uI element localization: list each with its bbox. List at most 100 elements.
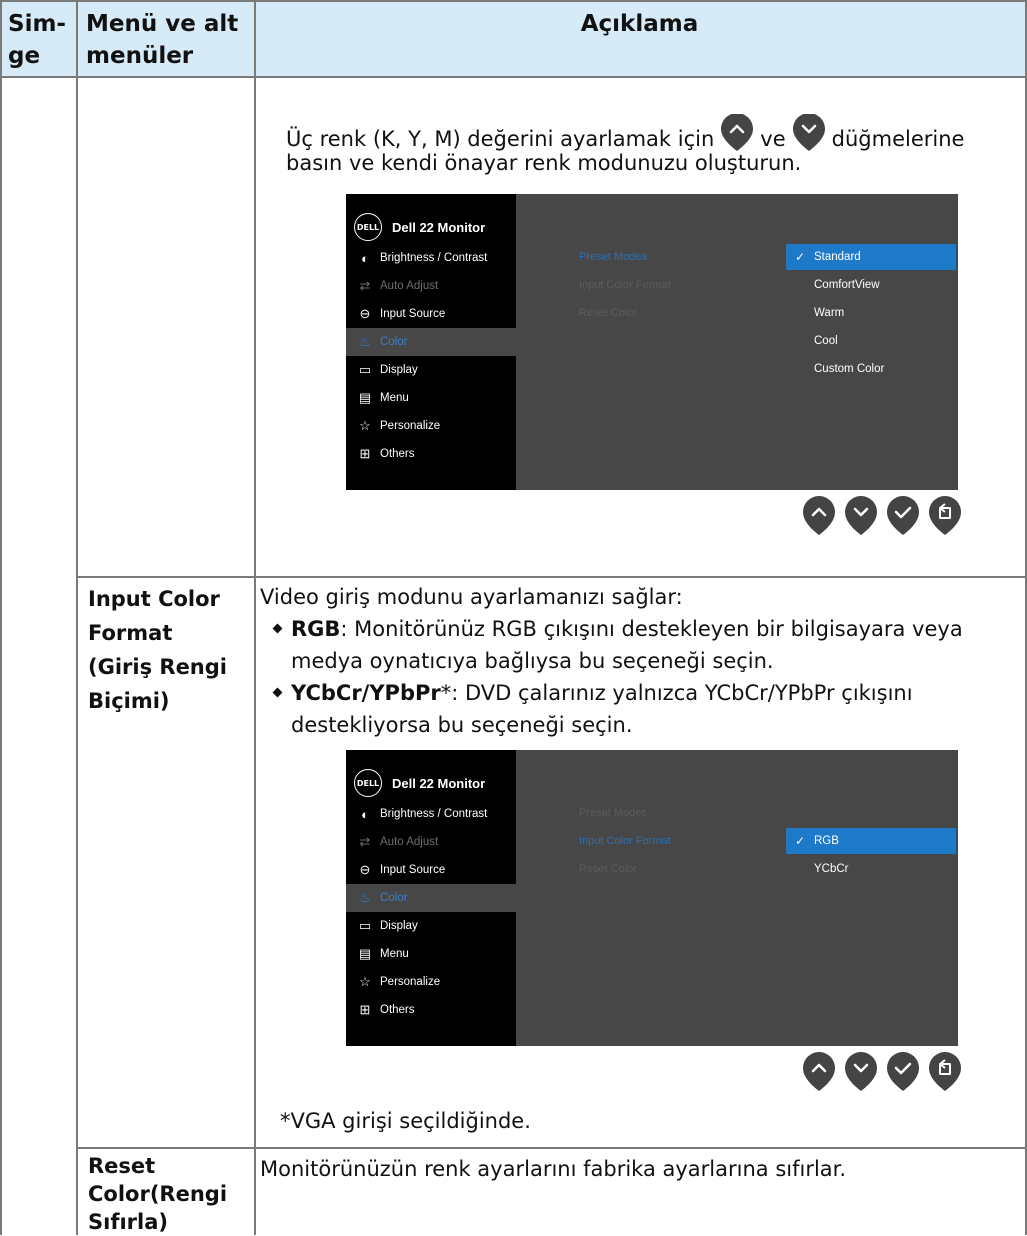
input-source-icon: ⊖ [359, 306, 371, 321]
osd-item-menu[interactable]: ▤ Menu [346, 384, 516, 412]
osd-item-menu[interactable]: ▤ Menu [346, 940, 516, 968]
osd-option-warm[interactable]: Warm [786, 300, 956, 326]
osd-item-label: Input Source [380, 308, 446, 320]
header-icon-col-line2: ge [8, 43, 41, 69]
reset-color-description: Monitörünüzün renk ayarlarını fabrika ay… [260, 1157, 847, 1181]
osd-item-others[interactable]: ⊞ Others [346, 440, 516, 468]
osd-item-display[interactable]: ▭ Display [346, 356, 516, 384]
osd-option-rgb[interactable]: ✓ RGB [786, 828, 956, 854]
osd-item-input-source[interactable]: ⊖ Input Source [346, 300, 516, 328]
custom-color-instruction-line2: basın ve kendi önayar renk modunuzu oluş… [286, 151, 802, 175]
title-line: Biçimi) [88, 689, 170, 713]
title-line: Color(Rengi [88, 1182, 228, 1206]
osd-item-label: Display [380, 364, 418, 376]
osd-item-label: Others [380, 1004, 415, 1016]
check-icon: ✓ [794, 834, 806, 848]
osd-option-standard[interactable]: ✓ Standard [786, 244, 956, 270]
menu-icon: ▤ [358, 946, 372, 961]
osd-option-comfortview[interactable]: ComfortView [786, 272, 956, 298]
osd-item-label: Menu [380, 392, 409, 404]
osd-item-label: Color [380, 336, 408, 348]
bullet-rgb: RGB: Monitörünüz RGB çıkışını destekleye… [272, 612, 963, 646]
title-line: Sıfırla) [88, 1210, 168, 1234]
osd-sub-input-color-format[interactable]: Input Color Format [579, 835, 671, 847]
osd-item-others[interactable]: ⊞ Others [346, 996, 516, 1024]
osd-item-brightness-contrast[interactable]: ◐ Brightness / Contrast [346, 800, 516, 828]
table-border-top [0, 0, 1027, 2]
osd-item-label: Display [380, 920, 418, 932]
osd-item-input-source[interactable]: ⊖ Input Source [346, 856, 516, 884]
table-divider-2 [254, 0, 256, 1235]
osd-item-auto-adjust[interactable]: ⇄ Auto Adjust [346, 272, 516, 300]
header-icon-col: Sim- ge [8, 8, 66, 72]
osd-sub-preset-modes[interactable]: Preset Modes [579, 251, 647, 263]
others-icon: ⊞ [359, 446, 371, 461]
header-bottom-line [0, 76, 1027, 78]
osd-item-color[interactable]: ♨ Color [346, 328, 516, 356]
title-line: Format [88, 621, 173, 645]
up-button-icon[interactable] [802, 1052, 836, 1092]
bullet-ycbcr: YCbCr/YPbPr*: DVD çalarınız yalnızca YCb… [272, 676, 913, 710]
star-icon: ☆ [359, 418, 371, 433]
osd-header: DELL Dell 22 Monitor [354, 768, 485, 798]
osd-menu-input-color-format: DELL Dell 22 Monitor ◐ Brightness / Contr… [346, 750, 958, 1046]
osd-title: Dell 22 Monitor [392, 219, 486, 235]
osd-item-label: Personalize [380, 976, 441, 988]
osd-item-label: Auto Adjust [380, 836, 439, 848]
footnote-marker: * [440, 681, 452, 705]
menu-icon: ▤ [358, 390, 372, 405]
down-button-icon[interactable] [844, 1052, 878, 1092]
color-icon: ♨ [359, 890, 371, 905]
down-button-icon[interactable] [844, 496, 878, 536]
row2-bottom-line [76, 1147, 1027, 1149]
osd-sub-preset-modes[interactable]: Preset Modes [579, 807, 647, 819]
osd-sub-reset-color[interactable]: Reset Color [579, 863, 637, 875]
osd-item-auto-adjust[interactable]: ⇄ Auto Adjust [346, 828, 516, 856]
osd-option-cool[interactable]: Cool [786, 328, 956, 354]
table-border-left [0, 0, 2, 1235]
bullet-rgb-cont: medya oynatıcıya bağlıysa bu seçeneği se… [291, 649, 774, 673]
osd-item-personalize[interactable]: ☆ Personalize [346, 412, 516, 440]
display-icon: ▭ [358, 362, 372, 377]
input-source-icon: ⊖ [359, 862, 371, 877]
osd-item-color[interactable]: ♨ Color [346, 884, 516, 912]
confirm-button-icon[interactable] [886, 496, 920, 536]
dell-logo-icon: DELL [354, 769, 382, 797]
osd-sub-input-color-format[interactable]: Input Color Format [579, 279, 671, 291]
osd-item-label: Others [380, 448, 415, 460]
bullet-icon [272, 623, 283, 634]
back-button-icon[interactable] [928, 496, 962, 536]
auto-adjust-icon: ⇄ [359, 278, 371, 293]
bullet-label: YCbCr/YPbPr [291, 681, 441, 705]
osd-item-label: Menu [380, 948, 409, 960]
dell-logo-icon: DELL [354, 213, 382, 241]
osd-option-custom-color[interactable]: Custom Color [786, 356, 956, 382]
osd-item-label: Input Source [380, 864, 446, 876]
osd-item-personalize[interactable]: ☆ Personalize [346, 968, 516, 996]
osd-item-brightness-contrast[interactable]: ◐ Brightness / Contrast [346, 244, 516, 272]
brightness-icon: ◐ [361, 806, 369, 822]
osd-item-display[interactable]: ▭ Display [346, 912, 516, 940]
instruction-text-c: düğmelerine [831, 127, 965, 151]
menu-description-table: Sim- ge Menü ve alt menüler Açıklama Üç … [0, 0, 1027, 1235]
osd-option-ycbcr[interactable]: YCbCr [786, 856, 956, 882]
vga-footnote: *VGA girişi seçildiğinde. [280, 1109, 531, 1133]
osd-item-label: Brightness / Contrast [380, 808, 488, 820]
osd-option-label: Custom Color [814, 363, 885, 375]
bullet-text: : Monitörünüz RGB çıkışını destekleyen b… [340, 617, 963, 641]
color-icon: ♨ [359, 334, 371, 349]
bullet-label: RGB [291, 617, 341, 641]
confirm-button-icon[interactable] [886, 1052, 920, 1092]
bullet-ycbcr-cont: destekliyorsa bu seçeneği seçin. [291, 713, 633, 737]
up-button-icon[interactable] [802, 496, 836, 536]
osd-option-label: ComfortView [814, 279, 880, 291]
osd-header: DELL Dell 22 Monitor [354, 212, 485, 242]
osd-sub-reset-color[interactable]: Reset Color [579, 307, 637, 319]
reset-color-title: Reset Color(Rengi Sıfırla) [88, 1152, 227, 1236]
title-line: Input Color [88, 587, 220, 611]
osd-item-label: Brightness / Contrast [380, 252, 488, 264]
display-icon: ▭ [358, 918, 372, 933]
back-button-icon[interactable] [928, 1052, 962, 1092]
check-icon: ✓ [794, 250, 806, 264]
input-color-intro: Video giriş modunu ayarlamanızı sağlar: [260, 585, 683, 609]
